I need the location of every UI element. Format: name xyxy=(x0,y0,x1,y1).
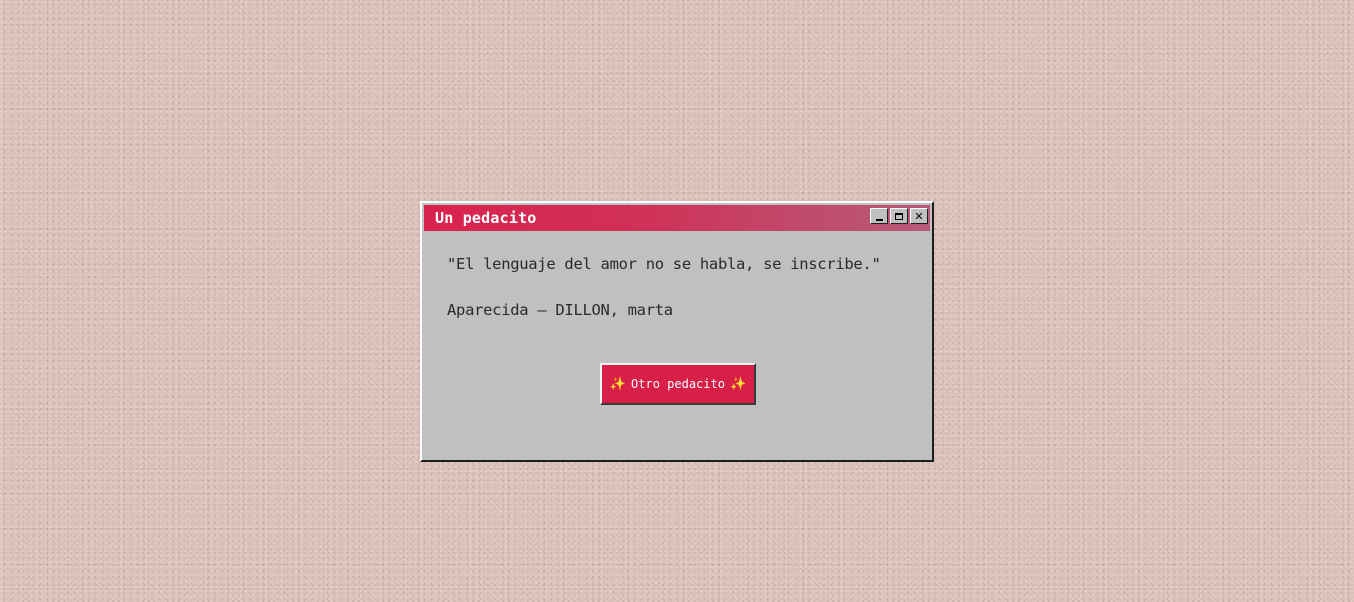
window-titlebar[interactable]: Un pedacito ✕ xyxy=(424,205,930,231)
minimize-icon xyxy=(875,218,883,221)
dialog-window: Un pedacito ✕ "El lenguaje del amor no s… xyxy=(420,201,934,462)
sparkle-icon: ✨ xyxy=(729,376,747,392)
minimize-button[interactable] xyxy=(870,208,888,224)
window-content: "El lenguaje del amor no se habla, se in… xyxy=(424,231,930,458)
another-piece-button-label: Otro pedacito xyxy=(631,377,725,391)
window-controls: ✕ xyxy=(870,208,928,224)
another-piece-button[interactable]: ✨ Otro pedacito ✨ xyxy=(600,363,756,405)
window-title: Un pedacito xyxy=(435,209,537,227)
desktop: Un pedacito ✕ "El lenguaje del amor no s… xyxy=(0,0,1354,602)
maximize-button[interactable] xyxy=(890,208,908,224)
quote-text: "El lenguaje del amor no se habla, se in… xyxy=(447,255,881,273)
close-icon: ✕ xyxy=(914,209,924,223)
sparkle-icon: ✨ xyxy=(609,376,627,392)
quote-source: Aparecida — DILLON, marta xyxy=(447,301,673,319)
maximize-icon xyxy=(895,212,903,220)
close-button[interactable]: ✕ xyxy=(910,208,928,224)
